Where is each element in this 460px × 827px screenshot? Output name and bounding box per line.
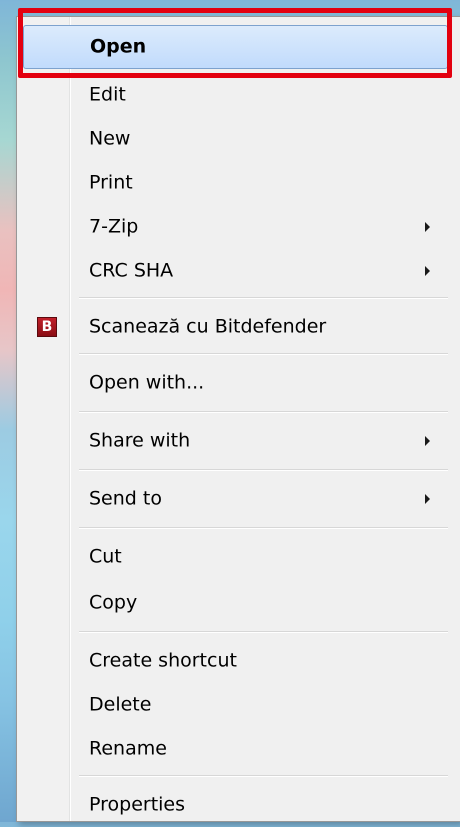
menu-item-label: Print bbox=[89, 171, 133, 194]
menu-item-edit[interactable]: Edit bbox=[19, 73, 460, 117]
menu-item-label: Scanează cu Bitdefender bbox=[89, 315, 327, 338]
menu-item-scan-bitdefender[interactable]: B Scanează cu Bitdefender bbox=[19, 305, 460, 349]
menu-item-create-shortcut[interactable]: Create shortcut bbox=[19, 639, 460, 683]
menu-item-7zip[interactable]: 7-Zip bbox=[19, 205, 460, 249]
menu-item-properties[interactable]: Properties bbox=[19, 783, 460, 827]
menu-separator bbox=[79, 469, 448, 471]
menu-item-open-with[interactable]: Open with... bbox=[19, 361, 460, 405]
menu-item-label: Cut bbox=[89, 545, 122, 568]
menu-item-send-to[interactable]: Send to bbox=[19, 477, 460, 521]
menu-item-label: Delete bbox=[89, 693, 152, 716]
menu-item-label: Edit bbox=[89, 83, 126, 106]
menu-item-label: Rename bbox=[89, 737, 167, 760]
menu-item-label: Copy bbox=[89, 591, 138, 614]
menu-separator bbox=[79, 297, 448, 299]
menu-item-label: CRC SHA bbox=[89, 259, 174, 282]
menu-item-delete[interactable]: Delete bbox=[19, 683, 460, 727]
bitdefender-icon: B bbox=[37, 317, 57, 337]
menu-separator bbox=[79, 353, 448, 355]
submenu-arrow-icon bbox=[425, 436, 430, 446]
menu-item-share-with[interactable]: Share with bbox=[19, 419, 460, 463]
menu-item-label: Send to bbox=[89, 487, 162, 510]
menu-item-new[interactable]: New bbox=[19, 117, 460, 161]
menu-item-rename[interactable]: Rename bbox=[19, 727, 460, 771]
menu-item-copy[interactable]: Copy bbox=[19, 581, 460, 625]
submenu-arrow-icon bbox=[425, 494, 430, 504]
menu-separator bbox=[79, 527, 448, 529]
menu-separator bbox=[79, 775, 448, 777]
menu-separator bbox=[79, 411, 448, 413]
menu-item-label: Create shortcut bbox=[89, 649, 237, 672]
menu-item-print[interactable]: Print bbox=[19, 161, 460, 205]
context-menu: Open Edit New Print 7-Zip CRC SHA B Scan… bbox=[16, 16, 460, 822]
menu-item-cut[interactable]: Cut bbox=[19, 535, 460, 579]
menu-item-label: Share with bbox=[89, 429, 191, 452]
menu-item-label: 7-Zip bbox=[89, 215, 139, 238]
submenu-arrow-icon bbox=[425, 222, 430, 232]
menu-item-open[interactable]: Open bbox=[23, 25, 448, 69]
menu-item-label: Properties bbox=[89, 793, 186, 816]
submenu-arrow-icon bbox=[425, 266, 430, 276]
menu-item-label: Open bbox=[90, 35, 147, 58]
menu-separator bbox=[79, 631, 448, 633]
menu-item-label: Open with... bbox=[89, 371, 205, 394]
menu-item-crc-sha[interactable]: CRC SHA bbox=[19, 249, 460, 293]
menu-item-label: New bbox=[89, 127, 131, 150]
